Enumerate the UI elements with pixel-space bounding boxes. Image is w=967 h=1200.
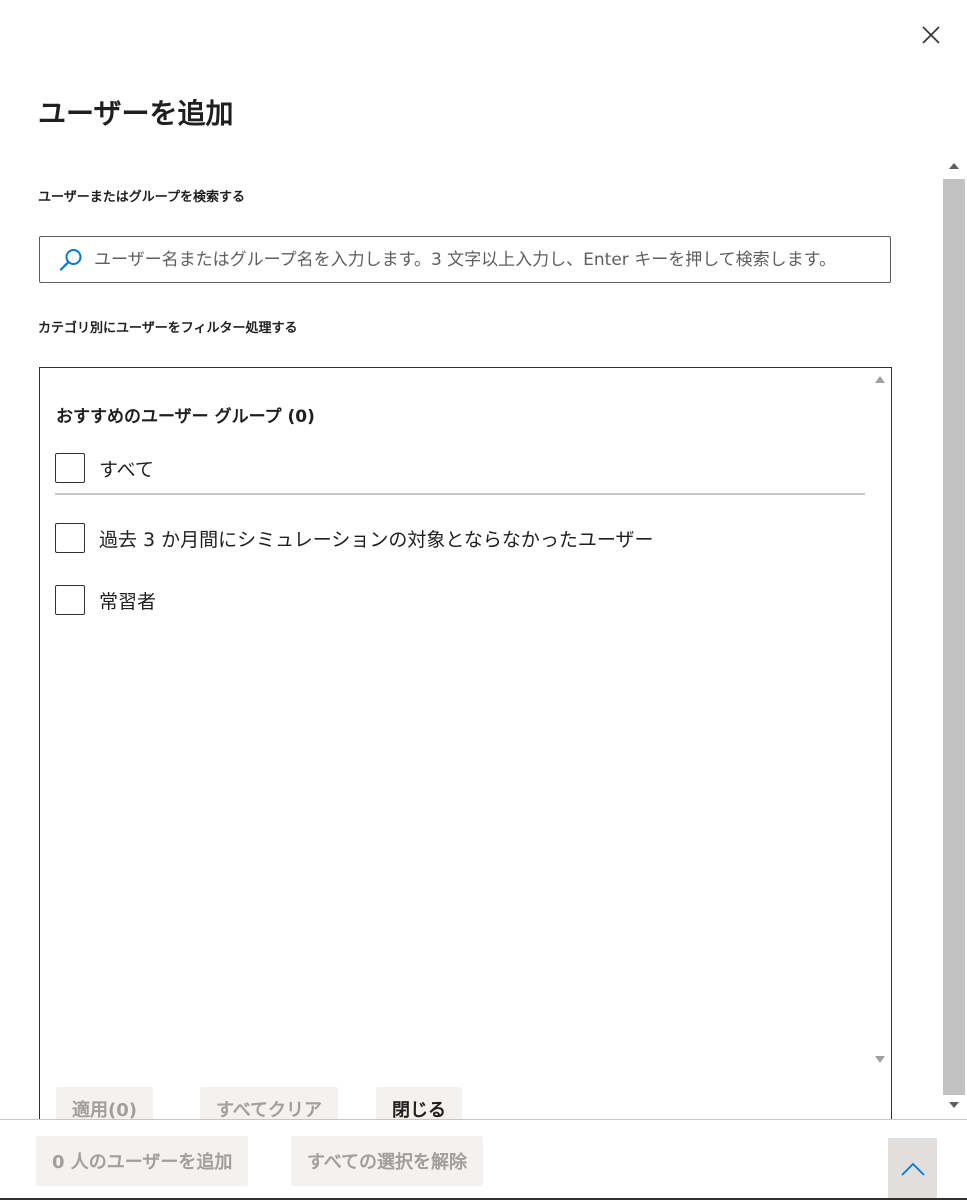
chevron-up-icon xyxy=(900,1162,925,1176)
group-heading: おすすめのユーザー グループ (0) xyxy=(56,407,315,427)
add-users-button[interactable]: 0 人のユーザーを追加 xyxy=(36,1136,249,1186)
panel-scrollbar[interactable] xyxy=(941,152,967,1118)
filter-list: おすすめのユーザー グループ (0) すべて 過去 3 か月間にシミュレーション… xyxy=(39,367,892,1072)
checkbox-label-all: すべて xyxy=(99,458,154,481)
search-icon xyxy=(59,248,82,271)
checkbox-label-not-simulated: 過去 3 か月間にシミュレーションの対象とならなかったユーザー xyxy=(99,528,654,551)
search-input[interactable] xyxy=(94,237,890,282)
checkbox-row-not-simulated[interactable]: 過去 3 か月間にシミュレーションの対象とならなかったユーザー xyxy=(55,523,653,553)
deselect-all-button[interactable]: すべての選択を解除 xyxy=(291,1136,484,1186)
panel-title: ユーザーを追加 xyxy=(38,97,234,130)
checkbox-row-repeat-offenders[interactable]: 常習者 xyxy=(55,585,156,615)
expand-button[interactable] xyxy=(888,1138,937,1200)
scroll-thumb[interactable] xyxy=(943,179,965,1095)
filter-label: カテゴリ別にユーザーをフィルター処理する xyxy=(38,321,298,336)
search-box xyxy=(39,236,891,283)
close-button[interactable] xyxy=(914,18,948,52)
filter-scroll-up-icon[interactable] xyxy=(875,376,885,383)
checkbox-all[interactable] xyxy=(55,453,85,483)
checkbox-row-all[interactable]: すべて xyxy=(55,453,154,483)
add-users-panel: ユーザーを追加 ユーザーまたはグループを検索する カテゴリ別にユーザーをフィルタ… xyxy=(0,0,967,1200)
checkbox-not-simulated[interactable] xyxy=(55,523,85,553)
search-label: ユーザーまたはグループを検索する xyxy=(38,190,245,205)
checkbox-repeat-offenders[interactable] xyxy=(55,585,85,615)
scroll-down-icon[interactable] xyxy=(949,1102,959,1108)
bottom-action-bar: 0 人のユーザーを追加 すべての選択を解除 xyxy=(0,1119,967,1200)
filter-scroll-down-icon[interactable] xyxy=(875,1056,885,1063)
close-icon xyxy=(922,26,940,44)
scroll-up-icon[interactable] xyxy=(949,163,959,169)
divider xyxy=(55,493,865,495)
checkbox-label-repeat-offenders: 常習者 xyxy=(99,590,157,613)
